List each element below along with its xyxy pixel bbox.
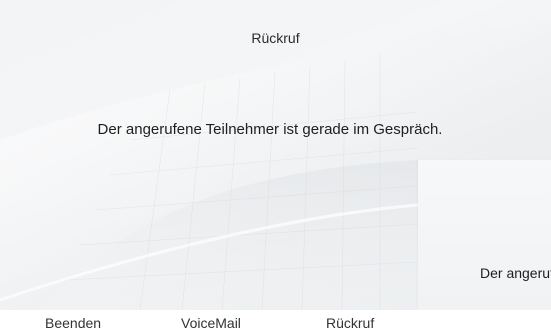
callback-screen: Rückruf Der angerufene Teilnehmer ist ge… [0,0,551,332]
status-message: Der angerufene Teilnehmer ist gerade im … [97,121,443,138]
overlapping-window-message: Der angerufene Teilnehmer ist gerade im … [480,265,551,281]
softkey-bar: Beenden VoiceMail Rückruf [0,310,551,332]
callback-softkey[interactable]: Rückruf [326,315,374,331]
voicemail-softkey[interactable]: VoiceMail [181,315,241,331]
end-call-softkey[interactable]: Beenden [45,315,101,331]
overlapping-window [418,160,551,310]
screen-title: Rückruf [251,30,300,46]
